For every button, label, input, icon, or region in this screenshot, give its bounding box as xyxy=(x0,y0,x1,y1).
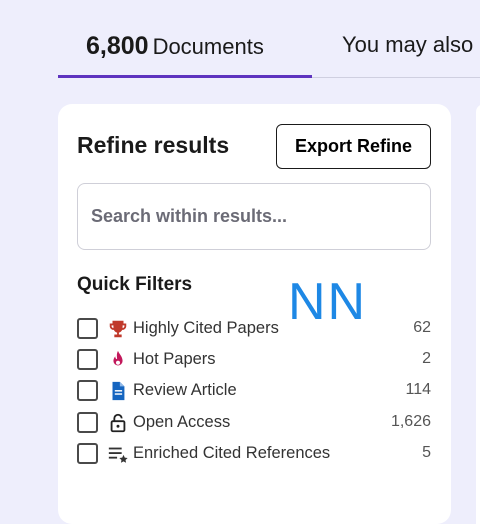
filter-enriched-cited-references[interactable]: Enriched Cited References 5 xyxy=(77,443,431,467)
tab-documents[interactable]: 6,800 Documents xyxy=(86,32,264,78)
filter-count: 2 xyxy=(422,350,431,367)
filter-hot-papers[interactable]: Hot Papers 2 xyxy=(77,349,431,373)
filter-count: 5 xyxy=(422,444,431,461)
refine-panel: Refine results Export Refine Quick Filte… xyxy=(58,104,451,524)
trophy-icon xyxy=(109,320,127,338)
filter-checkbox[interactable] xyxy=(77,412,98,433)
filter-count: 1,626 xyxy=(390,413,431,430)
search-within-results-input[interactable] xyxy=(77,183,431,250)
filter-label: Enriched Cited References xyxy=(133,444,331,462)
list-star-icon xyxy=(108,447,128,463)
export-refine-button[interactable]: Export Refine xyxy=(276,124,431,169)
filter-checkbox[interactable] xyxy=(77,349,98,370)
filter-label: Hot Papers xyxy=(133,350,216,368)
filter-checkbox[interactable] xyxy=(77,318,98,339)
filter-count: 62 xyxy=(413,319,431,336)
filter-open-access[interactable]: Open Access 1,626 xyxy=(77,412,431,436)
documents-count: 6,800 xyxy=(86,32,149,60)
flame-icon xyxy=(113,350,123,366)
filter-review-article[interactable]: Review Article 114 xyxy=(77,380,431,404)
filter-count: 114 xyxy=(405,381,431,398)
tab-you-may-also[interactable]: You may also xyxy=(342,32,473,78)
refine-title: Refine results xyxy=(77,132,230,158)
filter-checkbox[interactable] xyxy=(77,380,98,401)
filter-checkbox[interactable] xyxy=(77,443,98,464)
adjacent-panel-edge xyxy=(476,104,480,524)
you-may-also-label: You may also xyxy=(342,32,474,57)
filter-label: Open Access xyxy=(133,413,231,431)
active-tab-indicator xyxy=(58,75,312,78)
documents-label: Documents xyxy=(152,34,264,59)
filter-highly-cited-papers[interactable]: Highly Cited Papers 62 xyxy=(77,318,431,342)
filter-label: Highly Cited Papers xyxy=(133,319,279,337)
filter-label: Review Article xyxy=(133,381,237,399)
open-lock-icon xyxy=(110,413,126,433)
quick-filters-title: Quick Filters xyxy=(77,274,193,295)
document-icon xyxy=(112,381,125,401)
